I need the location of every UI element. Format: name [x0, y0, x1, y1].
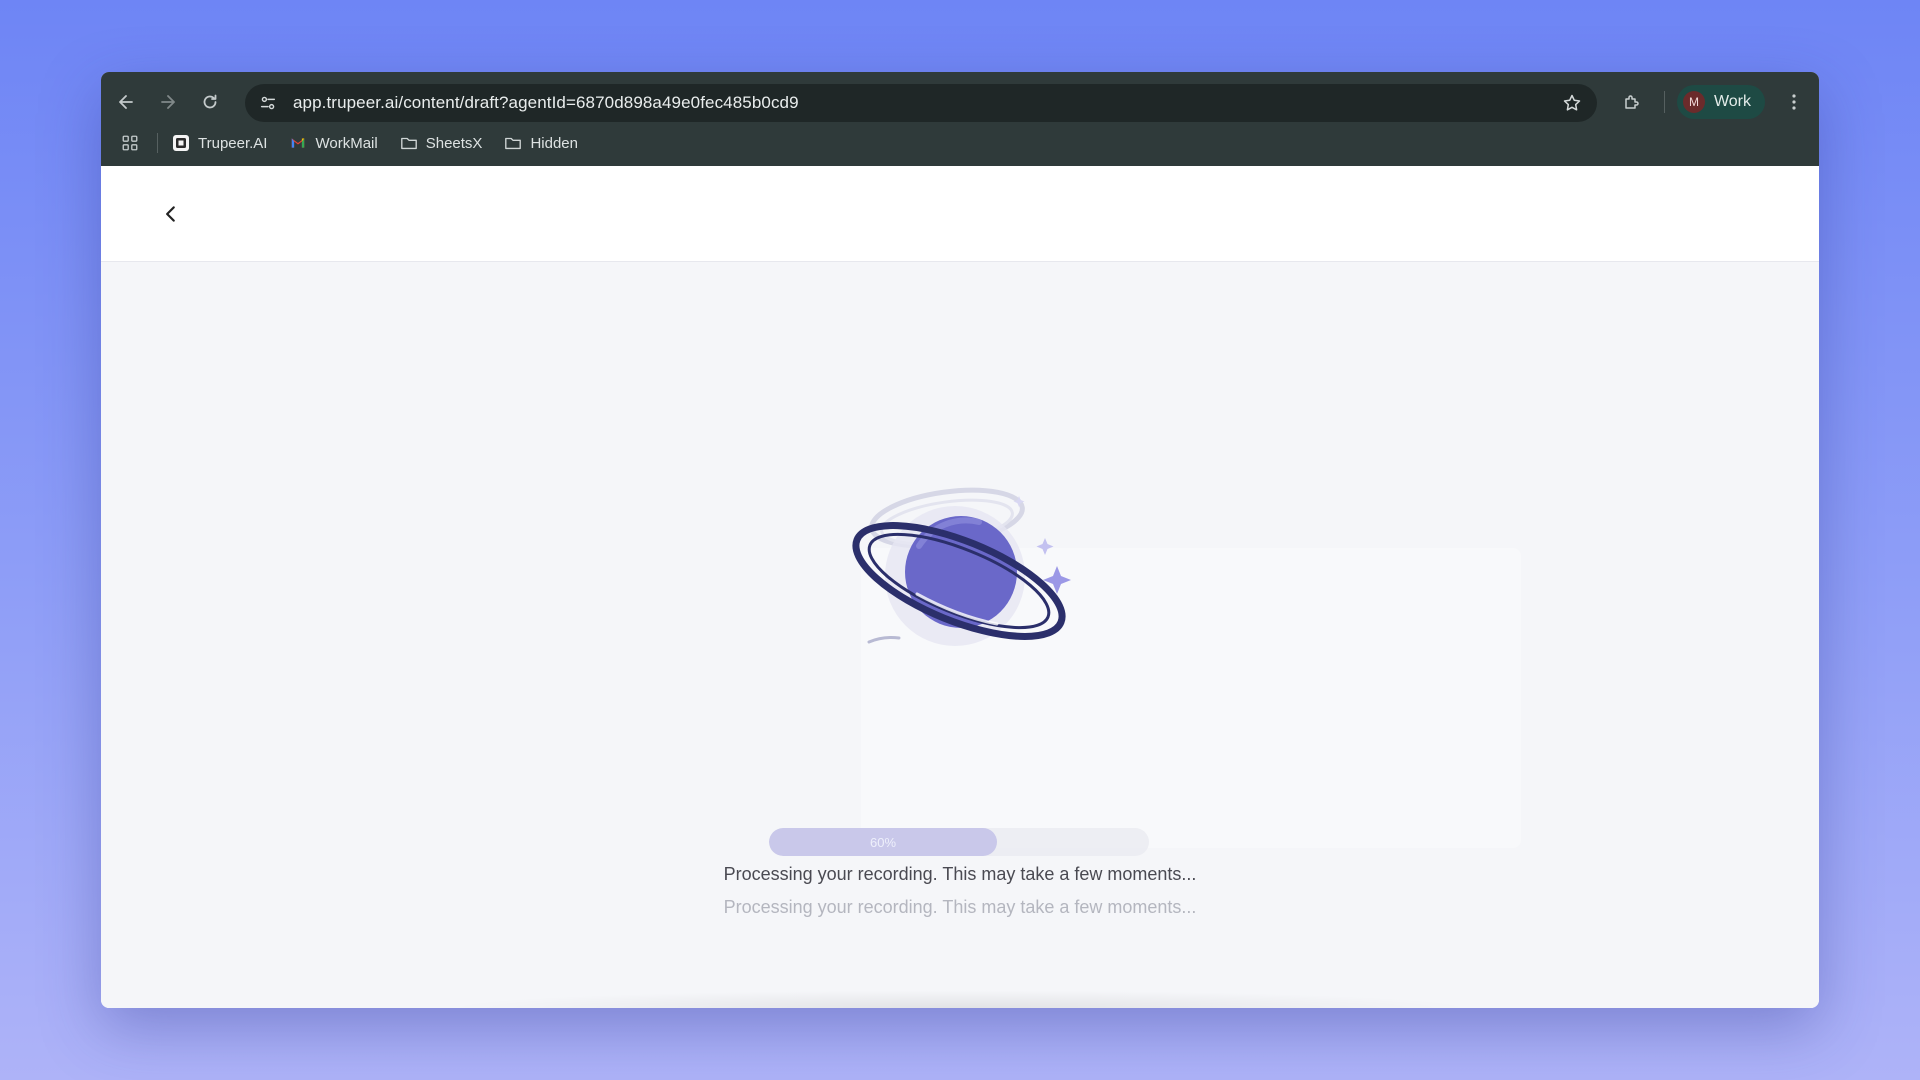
bookmark-label: Hidden: [530, 134, 578, 152]
url-text[interactable]: app.trupeer.ai/content/draft?agentId=687…: [293, 93, 1555, 113]
page-header: [101, 166, 1819, 262]
gmail-icon: [289, 134, 307, 152]
bookmark-trupeer[interactable]: Trupeer.AI: [172, 134, 267, 152]
planet-illustration: [852, 487, 1071, 646]
address-bar[interactable]: app.trupeer.ai/content/draft?agentId=687…: [245, 84, 1597, 122]
reload-icon[interactable]: [193, 85, 227, 119]
progress-bar: 60%: [769, 828, 1149, 856]
browser-toolbar: app.trupeer.ai/content/draft?agentId=687…: [101, 72, 1819, 166]
site-settings-icon[interactable]: [251, 86, 285, 120]
toolbar-right: M Work: [1614, 82, 1819, 122]
navigation-row: app.trupeer.ai/content/draft?agentId=687…: [101, 82, 1819, 122]
bookmarks-separator: [157, 133, 158, 153]
bookmark-hidden[interactable]: Hidden: [504, 134, 578, 152]
bookmark-label: WorkMail: [315, 134, 378, 152]
progress-bar-fill: 60%: [769, 828, 997, 856]
status-message-faded: Processing your recording. This may take…: [723, 897, 1197, 917]
chevron-left-icon[interactable]: [155, 198, 187, 230]
back-arrow-icon[interactable]: [109, 85, 143, 119]
profile-label: Work: [1713, 93, 1751, 110]
browser-window: app.trupeer.ai/content/draft?agentId=687…: [101, 72, 1819, 1008]
profile-chip[interactable]: M Work: [1676, 85, 1765, 119]
page-content: 60% Processing your recording. This may …: [101, 166, 1819, 1008]
kebab-menu-icon[interactable]: [1779, 85, 1809, 119]
extensions-puzzle-icon[interactable]: [1614, 84, 1650, 120]
bookmark-label: Trupeer.AI: [198, 134, 268, 152]
bookmark-label: SheetsX: [425, 134, 483, 152]
status-message: Processing your recording. This may take…: [723, 864, 1197, 884]
trupeer-logo-icon: [172, 134, 190, 152]
avatar: M: [1682, 91, 1705, 113]
bookmark-star-icon[interactable]: [1555, 86, 1589, 120]
bookmark-sheetsx[interactable]: SheetsX: [400, 134, 483, 152]
forward-arrow-icon[interactable]: [151, 85, 185, 119]
folder-icon: [504, 134, 522, 152]
bottom-shadow: [441, 990, 1479, 1008]
progress-label: 60%: [869, 834, 897, 850]
bookmark-workmail[interactable]: WorkMail: [289, 134, 378, 152]
apps-grid-icon[interactable]: [115, 128, 145, 158]
bookmarks-bar: Trupeer.AI WorkMail SheetsX Hidden: [115, 128, 1819, 158]
folder-icon: [400, 134, 418, 152]
toolbar-separator: [1663, 91, 1665, 113]
